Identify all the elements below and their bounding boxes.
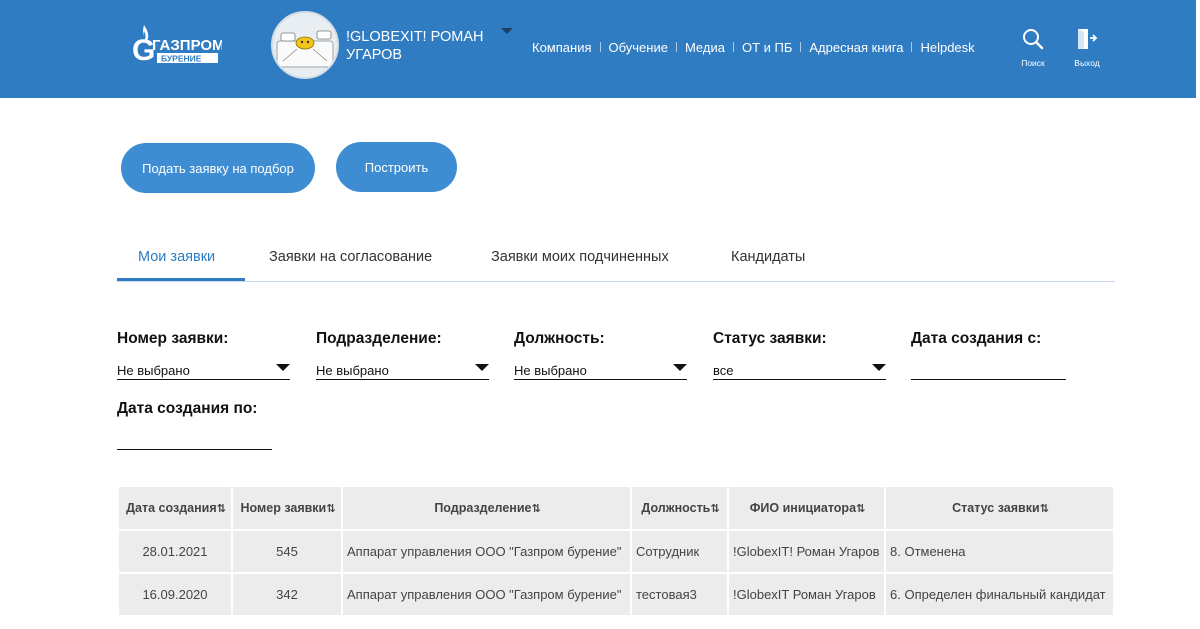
nav-item-company[interactable]: Компания (532, 40, 592, 55)
request-number-select[interactable]: Не выбрано (117, 358, 290, 380)
chevron-down-icon (872, 364, 886, 371)
position-value: Не выбрано (514, 363, 587, 378)
column-header-date[interactable]: Дата создания⇅ (119, 487, 231, 529)
nav-item-helpdesk[interactable]: Helpdesk (920, 40, 974, 55)
sort-icon[interactable]: ⇅ (326, 503, 335, 515)
status-select[interactable]: все (713, 358, 886, 380)
tab-bar: Мои заявки Заявки на согласование Заявки… (117, 244, 1115, 282)
submit-request-button[interactable]: Подать заявку на подбор (121, 143, 315, 193)
nav-separator (599, 42, 601, 52)
request-number-label: Номер заявки: (117, 330, 229, 347)
column-header-department[interactable]: Подразделение⇅ (343, 487, 630, 529)
user-name[interactable]: !GLOBEXIT! РОМАН УГАРОВ (346, 28, 496, 64)
cell-position: Сотрудник (632, 531, 727, 572)
exit-button[interactable]: Выход (1067, 28, 1107, 68)
cell-number: 545 (233, 531, 341, 572)
tab-my-requests[interactable]: Мои заявки (138, 249, 215, 265)
main-nav: Компания Обучение Медиа ОТ и ПБ Адресная… (532, 39, 975, 55)
tab-candidates[interactable]: Кандидаты (731, 249, 805, 265)
user-menu-caret-icon[interactable] (501, 28, 513, 34)
chevron-down-icon (673, 364, 687, 371)
exit-icon (1078, 29, 1098, 49)
cell-initiator: !GlobexIT Роман Угаров (729, 574, 884, 615)
department-label: Подразделение: (316, 330, 442, 347)
nav-separator (800, 42, 802, 52)
cell-initiator: !GlobexIT! Роман Угаров (729, 531, 884, 572)
nav-separator (732, 42, 734, 52)
svg-text:ГАЗПРОМ: ГАЗПРОМ (152, 37, 222, 54)
search-button[interactable]: Поиск (1013, 28, 1053, 68)
cell-status: 6. Определен финальный кандидат (886, 574, 1113, 615)
exit-label: Выход (1074, 58, 1100, 68)
nav-item-ot-pb[interactable]: ОТ и ПБ (742, 40, 792, 55)
sort-icon[interactable]: ⇅ (531, 503, 540, 515)
nav-separator (911, 42, 913, 52)
date-to-input[interactable] (117, 428, 272, 450)
status-value: все (713, 363, 734, 378)
gazprom-logo[interactable]: G ГАЗПРОМ БУРЕНИЕ (130, 22, 222, 68)
svg-text:БУРЕНИЕ: БУРЕНИЕ (161, 54, 202, 64)
position-select[interactable]: Не выбрано (514, 358, 687, 380)
active-tab-indicator (117, 278, 245, 281)
sort-icon[interactable]: ⇅ (217, 503, 226, 515)
nav-separator (675, 42, 677, 52)
table-row[interactable]: 16.09.2020 342 Аппарат управления ООО "Г… (119, 574, 1113, 615)
status-label: Статус заявки: (713, 330, 827, 347)
search-label: Поиск (1021, 58, 1045, 68)
tab-approval-requests[interactable]: Заявки на согласование (269, 249, 432, 265)
column-header-initiator[interactable]: ФИО инициатора⇅ (729, 487, 884, 529)
department-select[interactable]: Не выбрано (316, 358, 489, 380)
column-header-status[interactable]: Статус заявки⇅ (886, 487, 1113, 529)
tab-subordinate-requests[interactable]: Заявки моих подчиненных (491, 249, 669, 265)
sort-icon[interactable]: ⇅ (1040, 503, 1049, 515)
search-icon (1023, 29, 1044, 50)
date-from-input[interactable] (911, 358, 1066, 380)
column-header-number[interactable]: Номер заявки⇅ (233, 487, 341, 529)
cell-position: тестовая3 (632, 574, 727, 615)
nav-item-media[interactable]: Медиа (685, 40, 725, 55)
avatar-illustration (276, 30, 334, 68)
position-label: Должность: (514, 330, 605, 347)
table-header-row: Дата создания⇅ Номер заявки⇅ Подразделен… (119, 487, 1113, 529)
sort-icon[interactable]: ⇅ (710, 503, 719, 515)
date-to-label: Дата создания по: (117, 400, 258, 417)
requests-table: Дата создания⇅ Номер заявки⇅ Подразделен… (117, 485, 1115, 617)
chevron-down-icon (276, 364, 290, 371)
request-number-value: Не выбрано (117, 363, 190, 378)
nav-item-address-book[interactable]: Адресная книга (809, 40, 903, 55)
nav-item-training[interactable]: Обучение (609, 40, 668, 55)
column-header-position[interactable]: Должность⇅ (632, 487, 727, 529)
sort-icon[interactable]: ⇅ (856, 503, 865, 515)
cell-status: 8. Отменена (886, 531, 1113, 572)
cell-department: Аппарат управления ООО "Газпром бурение" (343, 574, 630, 615)
date-from-label: Дата создания с: (911, 330, 1042, 347)
build-button[interactable]: Построить (336, 142, 457, 192)
user-avatar[interactable] (271, 11, 339, 79)
chevron-down-icon (475, 364, 489, 371)
cell-date: 28.01.2021 (119, 531, 231, 572)
top-header: G ГАЗПРОМ БУРЕНИЕ !GLOBEXIT! РОМАН УГАРО… (0, 0, 1196, 98)
cell-date: 16.09.2020 (119, 574, 231, 615)
cell-number: 342 (233, 574, 341, 615)
table-row[interactable]: 28.01.2021 545 Аппарат управления ООО "Г… (119, 531, 1113, 572)
department-value: Не выбрано (316, 363, 389, 378)
cell-department: Аппарат управления ООО "Газпром бурение" (343, 531, 630, 572)
